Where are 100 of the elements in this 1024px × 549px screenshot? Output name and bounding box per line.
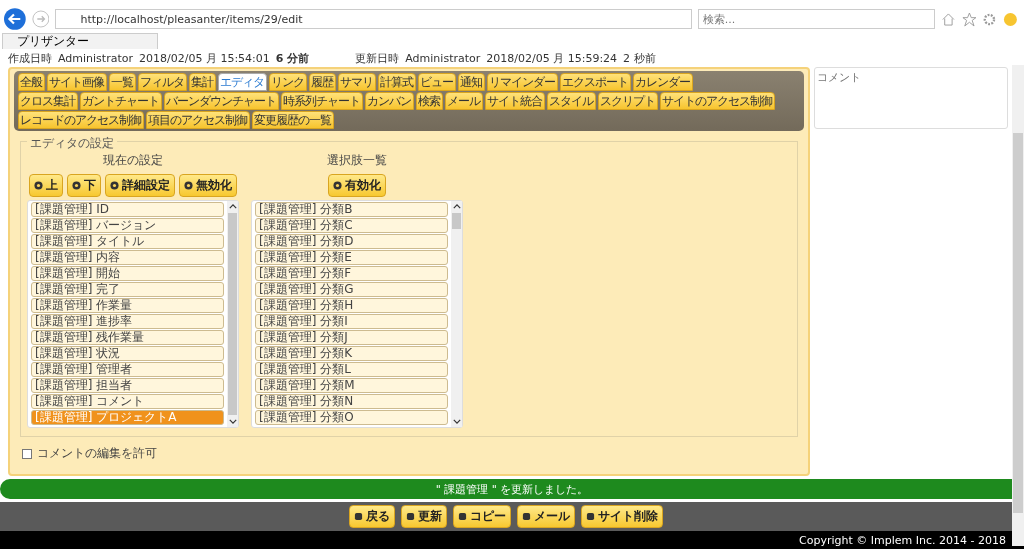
settings-tab[interactable]: 集計 <box>189 73 216 91</box>
forward-icon[interactable] <box>31 10 50 28</box>
message-text: " 課題管理 " を更新しました。 <box>435 481 589 497</box>
list-item[interactable]: [課題管理] 開始 <box>31 266 224 281</box>
chevron-up-icon[interactable] <box>452 204 461 209</box>
search-field[interactable]: 検索... <box>697 9 935 29</box>
list-item[interactable]: [課題管理] 分類N <box>255 394 448 409</box>
settings-tab[interactable]: サイト統合 <box>485 92 545 110</box>
circle-icon <box>110 181 119 190</box>
action-button[interactable]: 無効化 <box>179 174 237 197</box>
square-icon <box>586 512 595 521</box>
settings-tab[interactable]: 時系列チャート <box>281 92 363 110</box>
settings-tab[interactable]: フィルタ <box>138 73 187 91</box>
settings-tab[interactable]: サイトのアクセス制御 <box>660 92 775 110</box>
action-button[interactable]: 上 <box>29 174 63 197</box>
settings-tab[interactable]: 履歴 <box>309 73 336 91</box>
list-item[interactable]: [課題管理] 進捗率 <box>31 314 224 329</box>
address-bar[interactable]: http://localhost/pleasanter/items/29/edit <box>55 9 692 29</box>
chevron-up-icon[interactable] <box>228 204 237 209</box>
square-icon <box>406 512 415 521</box>
list-item[interactable]: [課題管理] 完了 <box>31 282 224 297</box>
browser-tab[interactable]: プリザンター <box>2 33 158 49</box>
settings-tab[interactable]: 通知 <box>458 73 485 91</box>
header-text: Administrator <box>405 52 481 65</box>
settings-tab[interactable]: 項目のアクセス制御 <box>146 111 250 129</box>
list-item[interactable]: [課題管理] 管理者 <box>31 362 224 377</box>
list-item[interactable]: [課題管理] 状況 <box>31 346 224 361</box>
settings-tab[interactable]: スタイル <box>547 92 596 110</box>
settings-tab[interactable]: カンバン <box>365 92 414 110</box>
circle-icon <box>184 181 193 190</box>
list-item[interactable]: [課題管理] 分類B <box>255 202 448 217</box>
list-item[interactable]: [課題管理] 内容 <box>31 250 224 265</box>
settings-tab[interactable]: サマリ <box>338 73 376 91</box>
back-icon[interactable] <box>4 8 26 30</box>
list-item[interactable]: [課題管理] 分類I <box>255 314 448 329</box>
list-item[interactable]: [課題管理] 分類G <box>255 282 448 297</box>
scrollbar-thumb[interactable] <box>228 213 237 415</box>
action-button[interactable]: 下 <box>67 174 101 197</box>
settings-tab[interactable]: サイト画像 <box>47 73 107 91</box>
list-item[interactable]: [課題管理] ID <box>31 202 224 217</box>
page-scrollbar[interactable] <box>1012 65 1024 546</box>
copyright-text: Copyright © Implem Inc. 2014 - 2018 <box>799 533 1006 547</box>
header-text: 6 分前 <box>275 52 310 65</box>
list-item[interactable]: [課題管理] 分類L <box>255 362 448 377</box>
settings-tab[interactable]: エディタ <box>218 73 267 91</box>
list-item[interactable]: [課題管理] 作業量 <box>31 298 224 313</box>
footer-button[interactable]: 戻る <box>349 505 395 528</box>
circle-icon <box>72 181 81 190</box>
settings-tab[interactable]: 変更履歴の一覧 <box>252 111 334 129</box>
footer-button[interactable]: サイト削除 <box>581 505 663 528</box>
star-icon[interactable] <box>961 11 977 27</box>
square-icon <box>522 512 531 521</box>
list-item[interactable]: [課題管理] 分類J <box>255 330 448 345</box>
settings-tab[interactable]: メール <box>445 92 483 110</box>
circle-icon <box>333 181 342 190</box>
settings-tab[interactable]: クロス集計 <box>18 92 78 110</box>
list-item[interactable]: [課題管理] バージョン <box>31 218 224 233</box>
settings-tab[interactable]: リンク <box>269 73 307 91</box>
chevron-down-icon[interactable] <box>452 419 461 424</box>
scrollbar[interactable] <box>451 201 462 427</box>
comment-field[interactable]: コメント <box>814 67 1008 129</box>
header-text: 2018/02/05 月 15:59:24 <box>486 52 618 65</box>
action-button[interactable]: 詳細設定 <box>105 174 175 197</box>
settings-tab[interactable]: ガントチャート <box>80 92 162 110</box>
scrollbar[interactable] <box>227 201 238 427</box>
settings-tab[interactable]: 一覧 <box>109 73 136 91</box>
settings-tab[interactable]: バーンダウンチャート <box>164 92 279 110</box>
list-item[interactable]: [課題管理] 分類C <box>255 218 448 233</box>
list-item[interactable]: [課題管理] コメント <box>31 394 224 409</box>
settings-tab[interactable]: カレンダー <box>633 73 693 91</box>
list-item[interactable]: [課題管理] 分類K <box>255 346 448 361</box>
home-icon[interactable] <box>940 11 956 27</box>
list-item[interactable]: [課題管理] 分類D <box>255 234 448 249</box>
checkbox[interactable] <box>22 448 32 459</box>
settings-tab[interactable]: ビュー <box>418 73 456 91</box>
scrollbar-thumb[interactable] <box>452 213 461 229</box>
settings-tab[interactable]: レコードのアクセス制御 <box>18 111 144 129</box>
fieldset-legend[interactable]: エディタの設定 <box>27 135 117 152</box>
list-item[interactable]: [課題管理] 担当者 <box>31 378 224 393</box>
chevron-down-icon[interactable] <box>228 419 237 424</box>
list-item[interactable]: [課題管理] 分類F <box>255 266 448 281</box>
settings-tab[interactable]: リマインダー <box>487 73 558 91</box>
checkbox-label[interactable]: コメントの編集を許可 <box>37 445 157 462</box>
footer-button[interactable]: コピー <box>453 505 511 528</box>
list-item[interactable]: [課題管理] 分類E <box>255 250 448 265</box>
action-button[interactable]: 有効化 <box>328 174 386 197</box>
footer-button[interactable]: メール <box>517 505 575 528</box>
header-text: 2018/02/05 月 15:54:01 <box>139 52 270 65</box>
list-item[interactable]: [課題管理] タイトル <box>31 234 224 249</box>
settings-tab[interactable]: 検索 <box>416 92 443 110</box>
list-item[interactable]: [課題管理] 分類H <box>255 298 448 313</box>
column-title: 現在の設定 <box>103 152 163 169</box>
settings-tab[interactable]: スクリプト <box>598 92 658 110</box>
list-item[interactable]: [課題管理] 残作業量 <box>31 330 224 345</box>
settings-tab[interactable]: 全般 <box>18 73 45 91</box>
list-item[interactable]: [課題管理] 分類M <box>255 378 448 393</box>
footer-button[interactable]: 更新 <box>401 505 447 528</box>
list-item[interactable]: [課題管理] 分類O <box>255 410 448 425</box>
settings-tab[interactable]: 計算式 <box>378 73 416 91</box>
settings-tab[interactable]: エクスポート <box>560 73 631 91</box>
